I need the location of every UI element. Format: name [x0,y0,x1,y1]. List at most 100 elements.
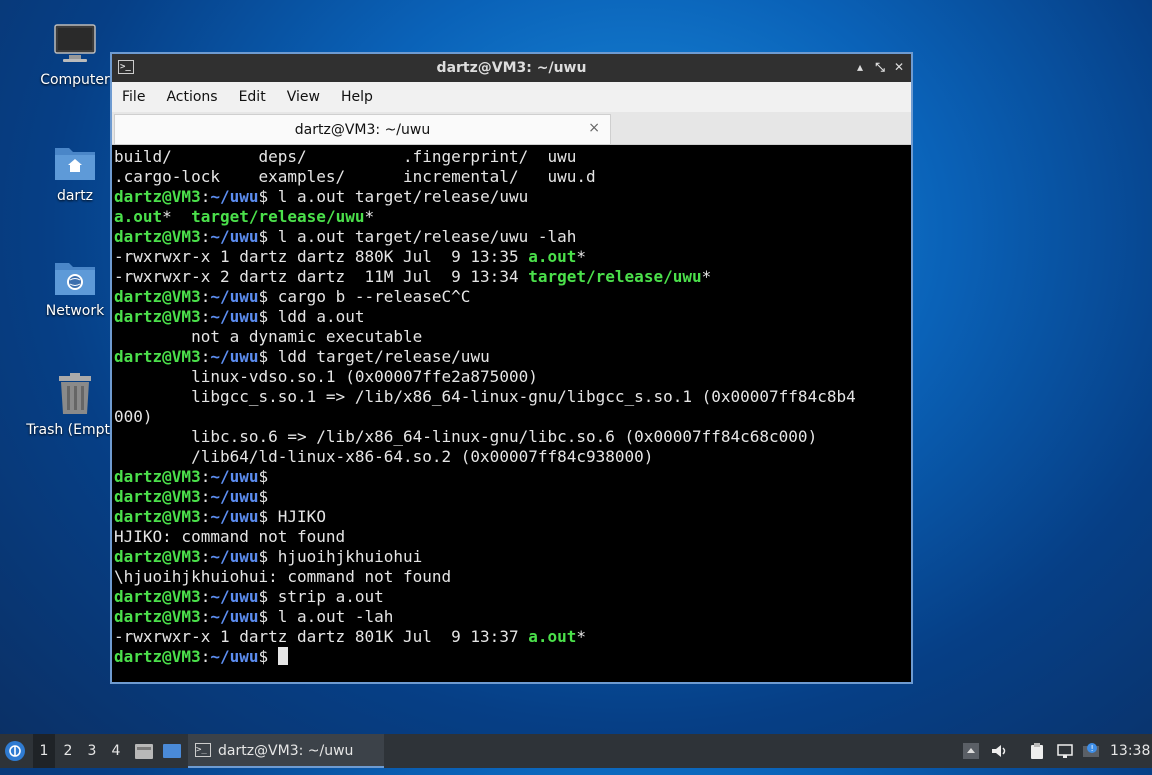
prompt-separator: : [200,467,211,486]
prompt-path: ~/uwu [210,307,259,326]
terminal-line: not a dynamic executable [114,327,909,347]
text-cursor [277,647,288,665]
terminal-line: dartz@VM3:~/uwu$ hjuoihjkhuiohui [114,547,909,567]
svg-text:!: ! [1091,744,1094,753]
prompt-symbol: $ [258,227,278,246]
file-manager-icon [135,744,153,759]
tab-label: dartz@VM3: ~/uwu [294,122,431,138]
prompt-path: ~/uwu [210,487,259,506]
taskbar-terminal-button[interactable]: >_ dartz@VM3: ~/uwu [188,734,384,768]
terminal-line: /lib64/ld-linux-x86-64.so.2 (0x00007ff84… [114,447,909,467]
prompt-symbol: $ [258,507,278,526]
prompt-separator: : [200,647,211,666]
clipboard-icon[interactable] [1028,742,1046,760]
menu-file[interactable]: File [122,89,145,105]
terminal-line: libc.so.6 => /lib/x86_64-linux-gnu/libc.… [114,427,909,447]
start-menu-button[interactable] [4,734,30,768]
prompt-user: dartz@VM3 [114,547,201,566]
workspace-1[interactable]: 1 [33,734,55,768]
tab-terminal[interactable]: dartz@VM3: ~/uwu × [114,114,611,144]
menu-bar: File Actions Edit View Help [112,82,911,112]
volume-icon[interactable] [990,742,1008,760]
taskbar: 1 2 3 4 >_ dartz@VM3: ~/uwu ! 13:38 [0,734,1152,768]
terminal-line: dartz@VM3:~/uwu$ l a.out target/release/… [114,187,909,207]
menu-actions[interactable]: Actions [166,89,217,105]
menu-help[interactable]: Help [341,89,373,105]
terminal-line: dartz@VM3:~/uwu$ strip a.out [114,587,909,607]
prompt-symbol: $ [258,487,278,506]
terminal-line: linux-vdso.so.1 (0x00007ffe2a875000) [114,367,909,387]
terminal-text: \hjuoihjkhuiohui: command not found [114,567,452,586]
prompt-separator: : [200,507,211,526]
terminal-line: libgcc_s.so.1 => /lib/x86_64-linux-gnu/l… [114,387,909,407]
prompt-separator: : [200,187,211,206]
minimize-button[interactable]: ▴ [851,58,869,76]
terminal-text: ldd target/release/uwu [277,347,490,366]
prompt-symbol: $ [258,647,278,666]
terminal-output[interactable]: build/ deps/ .fingerprint/ uwu .cargo-loc… [112,145,911,682]
trash-icon [59,373,91,414]
prompt-symbol: $ [258,307,278,326]
terminal-line: dartz@VM3:~/uwu$ l a.out target/release/… [114,227,909,247]
executable-name: a.out [528,627,577,646]
terminal-text: * [576,247,587,266]
close-button[interactable]: ✕ [890,58,908,76]
desktop-icon [163,744,181,758]
terminal-line: -rwxrwxr-x 1 dartz dartz 880K Jul 9 13:3… [114,247,909,267]
monitor-icon [54,24,96,62]
prompt-path: ~/uwu [210,587,259,606]
executable-name: a.out [528,247,577,266]
prompt-user: dartz@VM3 [114,227,201,246]
prompt-symbol: $ [258,547,278,566]
prompt-user: dartz@VM3 [114,647,201,666]
network-icon[interactable] [1056,742,1074,760]
file-manager-launcher[interactable] [134,734,156,768]
workspace-2[interactable]: 2 [57,734,79,768]
executable-name: target/release/uwu [528,267,702,286]
prompt-separator: : [200,347,211,366]
terminal-text: strip a.out [277,587,384,606]
tab-close-icon[interactable]: × [588,120,600,136]
terminal-text: l a.out target/release/uwu [277,187,529,206]
terminal-line: dartz@VM3:~/uwu$ l a.out -lah [114,607,909,627]
terminal-text: libc.so.6 => /lib/x86_64-linux-gnu/libc.… [114,427,818,446]
terminal-line: dartz@VM3:~/uwu$ HJIKO [114,507,909,527]
menu-edit[interactable]: Edit [239,89,266,105]
prompt-symbol: $ [258,187,278,206]
tab-bar: dartz@VM3: ~/uwu × [112,112,911,145]
clock[interactable]: 13:38 [1110,734,1150,768]
prompt-user: dartz@VM3 [114,587,201,606]
terminal-text: l a.out target/release/uwu -lah [277,227,577,246]
terminal-line: a.out* target/release/uwu* [114,207,909,227]
prompt-path: ~/uwu [210,227,259,246]
terminal-text: -rwxrwxr-x 2 dartz dartz 11M Jul 9 13:34 [114,267,529,286]
terminal-text: ldd a.out [277,307,365,326]
terminal-text: * [364,207,375,226]
executable-name: a.out [114,207,163,226]
prompt-separator: : [200,547,211,566]
terminal-line: dartz@VM3:~/uwu$ [114,467,909,487]
prompt-symbol: $ [258,607,278,626]
maximize-button[interactable]: ⤡ [871,58,889,76]
workspace-4[interactable]: 4 [105,734,127,768]
tray-up-icon[interactable] [962,742,980,760]
terminal-text: hjuoihjkhuiohui [277,547,423,566]
menu-view[interactable]: View [287,89,320,105]
terminal-line: \hjuoihjkhuiohui: command not found [114,567,909,587]
notification-icon[interactable]: ! [1082,742,1100,760]
network-folder-icon [55,263,95,295]
prompt-path: ~/uwu [210,647,259,666]
prompt-user: dartz@VM3 [114,607,201,626]
terminal-text: l a.out -lah [277,607,394,626]
title-bar[interactable]: >_ dartz@VM3: ~/uwu ▴ ⤡ ✕ [112,54,911,82]
taskbar-task-label: dartz@VM3: ~/uwu [218,743,354,759]
terminal-text: /lib64/ld-linux-x86-64.so.2 (0x00007ff84… [114,447,654,466]
prompt-path: ~/uwu [210,347,259,366]
show-desktop-button[interactable] [162,734,184,768]
prompt-symbol: $ [258,347,278,366]
terminal-text: not a dynamic executable [114,327,423,346]
terminal-text: linux-vdso.so.1 (0x00007ffe2a875000) [114,367,538,386]
executable-name: target/release/uwu [191,207,365,226]
terminal-line: -rwxrwxr-x 1 dartz dartz 801K Jul 9 13:3… [114,627,909,647]
workspace-3[interactable]: 3 [81,734,103,768]
